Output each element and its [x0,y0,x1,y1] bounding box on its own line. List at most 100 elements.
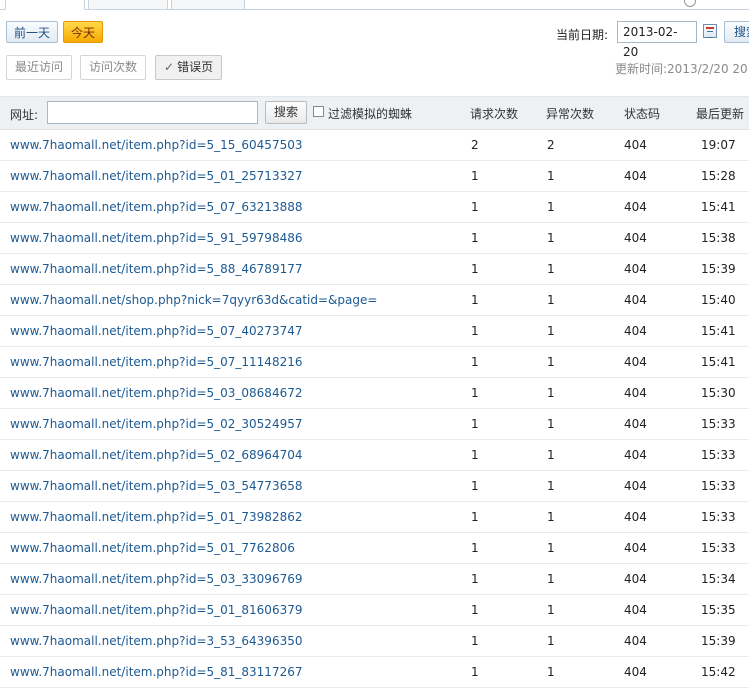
row-errors: 1 [547,169,555,183]
row-last-update: 15:41 [701,324,736,338]
row-errors: 1 [547,262,555,276]
row-url-link[interactable]: www.7haomall.net/item.php?id=5_81_831172… [10,665,302,679]
url-search-button[interactable]: 搜索 [265,101,308,124]
row-last-update: 19:07 [701,138,736,152]
url-label: 网址: [10,108,39,122]
row-errors: 1 [547,603,555,617]
row-status: 404 [624,448,647,462]
table-row: www.7haomall.net/item.php?id=5_91_597984… [0,223,749,254]
col-last-update[interactable]: 最后更新 [696,105,744,122]
row-status: 404 [624,355,647,369]
row-last-update: 15:39 [701,262,736,276]
row-url-link[interactable]: www.7haomall.net/item.php?id=5_03_547736… [10,479,302,493]
row-last-update: 15:33 [701,448,736,462]
table-row: www.7haomall.net/item.php?id=5_88_467891… [0,254,749,285]
row-url-link[interactable]: www.7haomall.net/item.php?id=5_88_467891… [10,262,302,276]
calendar-icon[interactable] [703,24,717,38]
row-status: 404 [624,541,647,555]
tab-strip [0,0,749,10]
row-errors: 1 [547,541,555,555]
row-requests: 1 [471,572,479,586]
row-status: 404 [624,169,647,183]
row-url-link[interactable]: www.7haomall.net/item.php?id=5_15_604575… [10,138,302,152]
row-errors: 1 [547,634,555,648]
row-errors: 1 [547,665,555,679]
today-button[interactable]: 今天 [63,21,104,43]
row-requests: 1 [471,541,479,555]
filter-recent-button[interactable]: 最近访问 [6,55,73,80]
row-errors: 1 [547,448,555,462]
row-url-link[interactable]: www.7haomall.net/item.php?id=5_01_776280… [10,541,295,555]
row-errors: 2 [547,138,555,152]
date-label: 当前日期: [556,28,609,42]
col-requests[interactable]: 请求次数 [470,105,518,122]
table-row: www.7haomall.net/shop.php?nick=7qyyr63d&… [0,285,749,316]
row-requests: 1 [471,293,479,307]
row-url-link[interactable]: www.7haomall.net/item.php?id=5_07_402737… [10,324,302,338]
table-row: www.7haomall.net/item.php?id=5_81_831172… [0,657,749,688]
row-url-link[interactable]: www.7haomall.net/item.php?id=5_91_597984… [10,231,302,245]
col-status[interactable]: 状态码 [624,105,660,122]
row-requests: 1 [471,510,479,524]
row-errors: 1 [547,355,555,369]
row-requests: 2 [471,138,479,152]
row-last-update: 15:41 [701,355,736,369]
table-row: www.7haomall.net/item.php?id=5_02_305249… [0,409,749,440]
tab-2[interactable] [88,0,168,10]
filter-error-page-label: 错误页 [177,60,214,74]
row-last-update: 15:28 [701,169,736,183]
table-row: www.7haomall.net/item.php?id=5_03_330967… [0,564,749,595]
row-errors: 1 [547,572,555,586]
filter-visits-button[interactable]: 访问次数 [80,55,147,80]
row-url-link[interactable]: www.7haomall.net/item.php?id=5_02_305249… [10,417,302,431]
row-url-link[interactable]: www.7haomall.net/item.php?id=5_01_816063… [10,603,302,617]
row-status: 404 [624,665,647,679]
top-search-button[interactable]: 搜索 [724,21,749,43]
row-url-link[interactable]: www.7haomall.net/item.php?id=5_07_632138… [10,200,302,214]
prev-day-button[interactable]: 前一天 [6,21,59,43]
table-row: www.7haomall.net/item.php?id=5_07_111482… [0,347,749,378]
row-status: 404 [624,510,647,524]
row-url-link[interactable]: www.7haomall.net/item.php?id=5_03_086846… [10,386,302,400]
row-errors: 1 [547,231,555,245]
row-url-link[interactable]: www.7haomall.net/item.php?id=3_53_643963… [10,634,302,648]
url-search-input[interactable] [47,101,258,124]
row-url-link[interactable]: www.7haomall.net/item.php?id=5_01_257133… [10,169,302,183]
help-icon[interactable] [684,0,696,7]
row-last-update: 15:33 [701,417,736,431]
table-row: www.7haomall.net/item.php?id=5_01_257133… [0,161,749,192]
filter-error-page-button[interactable]: ✓ 错误页 [155,55,223,80]
row-errors: 1 [547,200,555,214]
table-row: www.7haomall.net/item.php?id=5_15_604575… [0,130,749,161]
filter-spider-label[interactable]: 过滤模拟的蜘蛛 [328,105,412,122]
row-requests: 1 [471,169,479,183]
row-requests: 1 [471,479,479,493]
row-errors: 1 [547,324,555,338]
row-url-link[interactable]: www.7haomall.net/shop.php?nick=7qyyr63d&… [10,293,377,307]
row-errors: 1 [547,293,555,307]
date-input[interactable]: 2013-02-20 [617,21,697,59]
row-status: 404 [624,200,647,214]
row-last-update: 15:33 [701,510,736,524]
table-row: www.7haomall.net/item.php?id=5_07_402737… [0,316,749,347]
table-row: www.7haomall.net/item.php?id=5_07_632138… [0,192,749,223]
row-url-link[interactable]: www.7haomall.net/item.php?id=5_03_330967… [10,572,302,586]
tab-3[interactable] [171,0,245,10]
row-last-update: 15:39 [701,634,736,648]
row-status: 404 [624,293,647,307]
update-time: 更新时间:2013/2/20 20:4 [615,62,749,76]
col-errors[interactable]: 异常次数 [546,105,594,122]
row-status: 404 [624,572,647,586]
row-last-update: 15:33 [701,479,736,493]
row-status: 404 [624,231,647,245]
row-errors: 1 [547,479,555,493]
table-row: www.7haomall.net/item.php?id=5_03_547736… [0,471,749,502]
row-url-link[interactable]: www.7haomall.net/item.php?id=5_07_111482… [10,355,302,369]
row-last-update: 15:40 [701,293,736,307]
row-url-link[interactable]: www.7haomall.net/item.php?id=5_01_739828… [10,510,302,524]
filter-spider-checkbox[interactable] [313,106,324,117]
tab-active[interactable] [5,0,85,10]
row-requests: 1 [471,603,479,617]
row-url-link[interactable]: www.7haomall.net/item.php?id=5_02_689647… [10,448,302,462]
row-status: 404 [624,479,647,493]
